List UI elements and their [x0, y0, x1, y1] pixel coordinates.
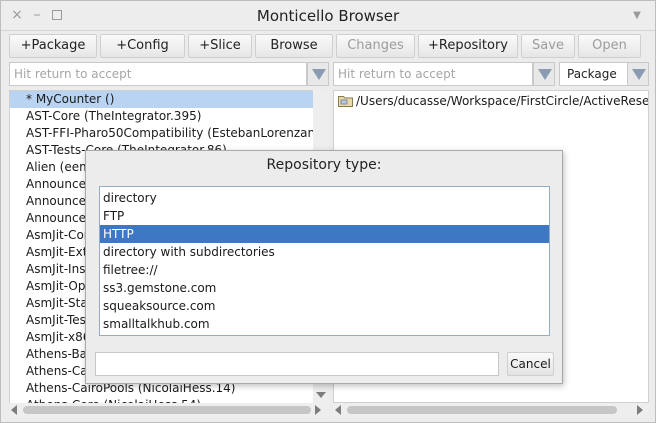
repository-type-option[interactable]: squeaksource.com [100, 297, 549, 315]
folder-icon [338, 96, 353, 107]
repository-list-hscrollbar[interactable] [333, 403, 649, 417]
repository-list-hscroll-thumb[interactable] [347, 406, 617, 414]
repository-type-option[interactable]: directory with subdirectories [100, 243, 549, 261]
window-title: Monticello Browser [256, 7, 400, 25]
add-repository-button[interactable]: +Repository [418, 34, 518, 58]
window-menu-icon[interactable]: ▼ [629, 6, 645, 24]
browse-button[interactable]: Browse [255, 34, 333, 58]
repository-type-option[interactable]: smalltalkhub.com [100, 315, 549, 333]
scroll-right-icon[interactable] [637, 405, 643, 415]
toolbar: +Package +Config +Slice Browse Changes +… [9, 34, 647, 58]
repository-type-list[interactable]: directory FTP HTTP directory with subdirect… [99, 186, 550, 336]
package-filter-dropdown-icon[interactable] [307, 62, 329, 86]
package-list-item[interactable]: * MyCounter () [10, 91, 328, 108]
repository-filter-placeholder: Hit return to accept [338, 67, 456, 81]
package-list-item[interactable]: AST-FFI-Pharo50Compatibility (EstebanLor… [10, 125, 328, 142]
repository-list-item[interactable]: /Users/ducasse/Workspace/FirstCircle/Act… [334, 91, 648, 111]
scroll-left-icon[interactable] [335, 405, 341, 415]
cancel-button[interactable]: Cancel [507, 352, 554, 376]
package-list-hscroll-thumb[interactable] [23, 406, 311, 414]
add-slice-button[interactable]: +Slice [188, 34, 252, 58]
save-button[interactable]: Save [521, 34, 575, 58]
scroll-down-icon[interactable] [316, 392, 326, 398]
add-package-button[interactable]: +Package [9, 34, 97, 58]
repository-type-dialog: Repository type: directory FTP HTTP directo… [85, 150, 563, 384]
add-config-button[interactable]: +Config [100, 34, 185, 58]
repository-type-option[interactable]: HTTP [100, 225, 549, 243]
repository-filter-dropdown-icon[interactable] [533, 62, 555, 86]
repository-type-filter-input[interactable] [95, 352, 499, 376]
changes-button[interactable]: Changes [336, 34, 415, 58]
repository-filter-input[interactable]: Hit return to accept [333, 62, 533, 86]
scope-select[interactable]: Package [559, 62, 629, 86]
monticello-browser-window: × – Monticello Browser ▼ +Package +Confi… [0, 0, 656, 423]
repository-type-option[interactable]: filetree:// [100, 261, 549, 279]
repository-type-option[interactable]: FTP [100, 207, 549, 225]
scroll-right-icon[interactable] [315, 405, 321, 415]
package-filter-placeholder: Hit return to accept [14, 67, 132, 81]
scope-select-dropdown-icon[interactable] [627, 62, 649, 86]
dialog-title: Repository type: [266, 157, 382, 173]
title-bar[interactable]: × – Monticello Browser ▼ [1, 1, 655, 31]
package-list-hscrollbar[interactable] [9, 403, 329, 417]
repository-path: /Users/ducasse/Workspace/FirstCircle/Act… [356, 94, 649, 108]
repository-type-option[interactable]: ss3.gemstone.com [100, 279, 549, 297]
scroll-left-icon[interactable] [11, 405, 17, 415]
open-button[interactable]: Open [578, 34, 641, 58]
package-list-item[interactable]: AST-Core (TheIntegrator.395) [10, 108, 328, 125]
repository-type-option[interactable]: directory [100, 189, 549, 207]
package-filter-input[interactable]: Hit return to accept [9, 62, 307, 86]
